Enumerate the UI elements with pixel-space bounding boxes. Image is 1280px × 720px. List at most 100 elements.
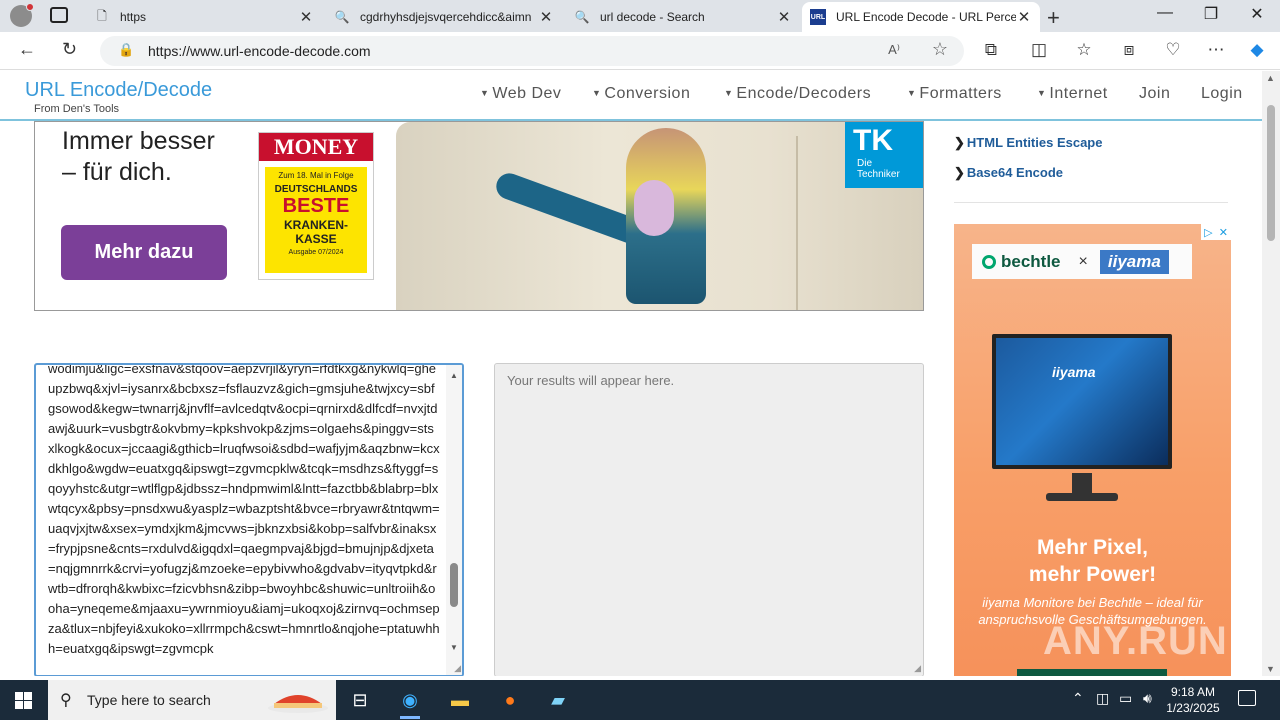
monitor-stand bbox=[1072, 473, 1092, 495]
extensions-icon[interactable]: ⧉ bbox=[980, 40, 1002, 60]
new-tab-button[interactable]: + bbox=[1047, 5, 1060, 31]
tab-title: cgdrhyhsdjejsvqercehdicc&aimn bbox=[360, 10, 532, 24]
ad-text-panel: Immer besser – für dich. Mehr dazu MONEY… bbox=[35, 122, 395, 310]
profile-icon[interactable] bbox=[10, 3, 34, 27]
divider bbox=[954, 202, 1228, 203]
lock-icon[interactable]: 🔒 bbox=[118, 42, 134, 58]
scroll-thumb[interactable] bbox=[450, 563, 458, 607]
tab-title: https bbox=[120, 10, 147, 24]
scroll-thumb[interactable] bbox=[1267, 105, 1275, 241]
tab-3[interactable]: 🔍 url decode - Search ✕ bbox=[566, 2, 800, 32]
back-button[interactable]: ← bbox=[18, 39, 36, 60]
favorites-icon[interactable]: ☆ bbox=[1073, 40, 1095, 60]
ad-shop-button[interactable] bbox=[1017, 669, 1167, 676]
tab-title: URL Encode Decode - URL Percer bbox=[836, 10, 1016, 24]
bechtle-logo: bechtle bbox=[982, 252, 1061, 272]
windows-start-icon[interactable] bbox=[15, 692, 32, 709]
close-icon[interactable]: ✕ bbox=[1016, 8, 1032, 26]
adchoices-icon[interactable]: ▷ ✕ bbox=[1201, 224, 1231, 240]
scroll-down-icon[interactable]: ▼ bbox=[1266, 664, 1275, 674]
menu-join[interactable]: Join bbox=[1139, 85, 1170, 103]
split-screen-icon[interactable]: ◫ bbox=[1028, 40, 1050, 60]
firefox-icon[interactable]: ● bbox=[490, 684, 530, 716]
notepad-icon[interactable]: ▰ bbox=[538, 684, 578, 716]
notification-center-icon[interactable] bbox=[1238, 690, 1256, 706]
minimize-button[interactable]: — bbox=[1142, 4, 1188, 22]
address-bar[interactable]: 🔒 https://www.url-encode-decode.com A⁾ ☆ bbox=[100, 36, 964, 66]
site-logo-title[interactable]: URL Encode/Decode bbox=[25, 79, 212, 102]
taskbar: ⚲ Type here to search ⊟ ◉ ▬ ● ▰ ⌃ ◫ ▭ 🔊︎… bbox=[0, 680, 1280, 720]
menu-internet[interactable]: ▼ Internet bbox=[1037, 85, 1108, 103]
chevron-right-icon: ❯ bbox=[954, 165, 965, 180]
textarea-scrollbar[interactable]: ▲ ▼ bbox=[446, 365, 462, 675]
copilot-icon[interactable]: ◆ bbox=[1246, 40, 1268, 60]
banner-ad[interactable]: Immer besser – für dich. Mehr dazu MONEY… bbox=[34, 121, 924, 311]
tab-1[interactable]: 🗋 https ✕ bbox=[86, 2, 322, 32]
sidebar-link-base64[interactable]: ❯ Base64 Encode bbox=[954, 165, 1063, 181]
menu-formatters[interactable]: ▼ Formatters bbox=[907, 85, 1002, 103]
address-bar-row: ← ↻ 🔒 https://www.url-encode-decode.com … bbox=[0, 32, 1280, 70]
monitor-image: iiyama bbox=[992, 334, 1172, 469]
menu-encode-decoders[interactable]: ▼ Encode/Decoders bbox=[724, 85, 871, 103]
close-icon[interactable]: ✕ bbox=[538, 8, 554, 26]
scroll-down-icon[interactable]: ▼ bbox=[450, 643, 458, 652]
ad-brand-bar: bechtle × iiyama bbox=[972, 244, 1192, 279]
ad-side-headline: Mehr Pixel, mehr Power! bbox=[1028, 536, 1157, 586]
task-view-icon[interactable]: ⊟ bbox=[340, 684, 380, 716]
results-textarea[interactable]: Your results will appear here. ◢ bbox=[494, 363, 924, 676]
read-aloud-icon[interactable]: A⁾ bbox=[888, 42, 900, 58]
meet-now-icon[interactable]: ◫ bbox=[1096, 690, 1109, 707]
input-text[interactable]: wodimju&ligc=exsfnav&stqoov=aepzvrjil&yr… bbox=[48, 365, 440, 659]
search-icon: 🔍 bbox=[334, 10, 350, 24]
tab-4-active[interactable]: URL URL Encode Decode - URL Percer ✕ bbox=[802, 2, 1040, 32]
menu-conversion[interactable]: ▼ Conversion bbox=[592, 85, 690, 103]
menu-login[interactable]: Login bbox=[1201, 85, 1243, 103]
side-ad[interactable]: ▷ ✕ bechtle × iiyama iiyama Mehr Pixel, m… bbox=[954, 224, 1231, 676]
tab-2[interactable]: 🔍 cgdrhyhsdjejsvqercehdicc&aimn ✕ bbox=[326, 2, 562, 32]
taskbar-search[interactable]: ⚲ Type here to search bbox=[48, 680, 336, 720]
ad-cta-button[interactable]: Mehr dazu bbox=[61, 225, 227, 280]
site-logo-subtitle: From Den's Tools bbox=[34, 103, 120, 115]
favorite-star-icon[interactable]: ☆ bbox=[932, 39, 948, 60]
restore-button[interactable]: ❐ bbox=[1188, 4, 1234, 24]
site-icon: URL bbox=[810, 9, 826, 25]
menu-web-dev[interactable]: ▼ Web Dev bbox=[480, 85, 561, 103]
notification-dot bbox=[26, 3, 34, 11]
search-highlight-icon bbox=[268, 695, 328, 713]
sidebar-link-html-entities[interactable]: ❯ HTML Entities Escape bbox=[954, 135, 1102, 151]
photo-figure-baby bbox=[634, 180, 674, 236]
tab-actions-icon[interactable] bbox=[50, 7, 68, 23]
close-window-button[interactable]: ✕ bbox=[1234, 4, 1280, 24]
edge-taskbar-icon[interactable]: ◉ bbox=[390, 684, 430, 719]
close-icon[interactable]: ✕ bbox=[298, 8, 314, 26]
caret-down-icon: ▼ bbox=[480, 88, 490, 98]
system-clock[interactable]: 9:18 AM 1/23/2025 bbox=[1163, 684, 1223, 716]
close-icon[interactable]: ✕ bbox=[776, 8, 792, 26]
file-explorer-icon[interactable]: ▬ bbox=[440, 684, 480, 716]
results-placeholder: Your results will appear here. bbox=[507, 373, 675, 388]
search-placeholder[interactable]: Type here to search bbox=[87, 692, 211, 708]
more-options-icon[interactable]: ⋯ bbox=[1205, 40, 1227, 60]
network-icon[interactable]: ▭ bbox=[1119, 690, 1132, 707]
page-scrollbar[interactable]: ▲ ▼ bbox=[1262, 71, 1280, 676]
site-header: URL Encode/Decode From Den's Tools ▼ Web … bbox=[0, 71, 1262, 121]
search-icon: ⚲ bbox=[60, 692, 72, 709]
scroll-up-icon[interactable]: ▲ bbox=[1266, 73, 1275, 83]
tab-title: url decode - Search bbox=[600, 10, 705, 24]
monitor-base bbox=[1046, 493, 1118, 501]
collections-icon[interactable]: ⧈ bbox=[1118, 40, 1140, 60]
money-award-badge: MONEY Zum 18. Mal in Folge DEUTSCHLANDS … bbox=[258, 132, 374, 280]
refresh-button[interactable]: ↻ bbox=[62, 39, 77, 60]
page-icon: 🗋 bbox=[97, 8, 107, 23]
chevron-up-icon[interactable]: ⌃ bbox=[1072, 690, 1084, 707]
tk-logo: TK Die Techniker bbox=[845, 122, 923, 188]
encode-input-textarea[interactable]: wodimju&ligc=exsfnav&stqoov=aepzvrjil&yr… bbox=[34, 363, 464, 676]
chevron-right-icon: ❯ bbox=[954, 135, 965, 150]
anyrun-watermark: ANY.RUN bbox=[1043, 619, 1228, 663]
resize-grip-icon[interactable]: ◢ bbox=[454, 663, 461, 674]
volume-icon[interactable]: 🔊︎ bbox=[1143, 690, 1152, 707]
scroll-up-icon[interactable]: ▲ bbox=[450, 371, 458, 380]
resize-grip-icon[interactable]: ◢ bbox=[914, 663, 921, 674]
performance-icon[interactable]: ♡ bbox=[1162, 40, 1184, 60]
url-text[interactable]: https://www.url-encode-decode.com bbox=[148, 43, 371, 59]
